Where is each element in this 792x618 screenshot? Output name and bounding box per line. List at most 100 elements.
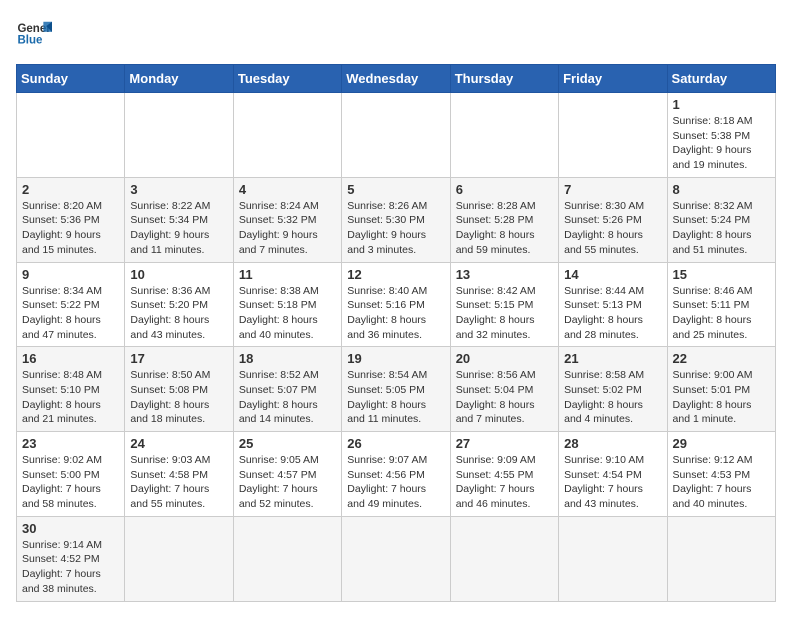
day-info: Sunrise: 8:42 AM Sunset: 5:15 PM Dayligh…	[456, 284, 553, 343]
day-number: 25	[239, 436, 336, 451]
day-number: 30	[22, 521, 119, 536]
day-cell	[125, 93, 233, 178]
day-number: 3	[130, 182, 227, 197]
day-number: 5	[347, 182, 444, 197]
day-info: Sunrise: 8:52 AM Sunset: 5:07 PM Dayligh…	[239, 368, 336, 427]
logo-icon: General Blue	[16, 16, 52, 52]
day-number: 24	[130, 436, 227, 451]
day-info: Sunrise: 8:54 AM Sunset: 5:05 PM Dayligh…	[347, 368, 444, 427]
weekday-header-thursday: Thursday	[450, 65, 558, 93]
day-number: 27	[456, 436, 553, 451]
day-cell: 29Sunrise: 9:12 AM Sunset: 4:53 PM Dayli…	[667, 432, 775, 517]
day-cell: 7Sunrise: 8:30 AM Sunset: 5:26 PM Daylig…	[559, 177, 667, 262]
day-cell: 18 Sunrise: 8:52 AM Sunset: 5:07 PM Dayli…	[233, 347, 341, 432]
week-row-1: 1 Sunrise: 8:18 AM Sunset: 5:38 PM Daylig…	[17, 93, 776, 178]
day-cell: 21 Sunrise: 8:58 AM Sunset: 5:02 PM Dayli…	[559, 347, 667, 432]
day-info: Sunrise: 9:05 AM Sunset: 4:57 PM Dayligh…	[239, 453, 336, 512]
day-cell	[125, 516, 233, 601]
day-cell: 27Sunrise: 9:09 AM Sunset: 4:55 PM Dayli…	[450, 432, 558, 517]
day-number: 8	[673, 182, 770, 197]
day-number: 29	[673, 436, 770, 451]
day-info: Sunrise: 9:14 AM Sunset: 4:52 PM Dayligh…	[22, 538, 119, 597]
day-cell: 15 Sunrise: 8:46 AM Sunset: 5:11 PM Dayli…	[667, 262, 775, 347]
day-cell: 26Sunrise: 9:07 AM Sunset: 4:56 PM Dayli…	[342, 432, 450, 517]
day-number: 15	[673, 267, 770, 282]
day-number: 16	[22, 351, 119, 366]
weekday-header-monday: Monday	[125, 65, 233, 93]
day-info: Sunrise: 8:24 AM Sunset: 5:32 PM Dayligh…	[239, 199, 336, 258]
day-info: Sunrise: 8:50 AM Sunset: 5:08 PM Dayligh…	[130, 368, 227, 427]
svg-text:Blue: Blue	[17, 34, 43, 46]
day-cell: 11 Sunrise: 8:38 AM Sunset: 5:18 PM Dayli…	[233, 262, 341, 347]
day-cell	[342, 516, 450, 601]
day-cell: 19Sunrise: 8:54 AM Sunset: 5:05 PM Dayli…	[342, 347, 450, 432]
week-row-2: 2Sunrise: 8:20 AM Sunset: 5:36 PM Daylig…	[17, 177, 776, 262]
day-info: Sunrise: 9:00 AM Sunset: 5:01 PM Dayligh…	[673, 368, 770, 427]
day-cell: 23 Sunrise: 9:02 AM Sunset: 5:00 PM Dayli…	[17, 432, 125, 517]
day-number: 14	[564, 267, 661, 282]
day-cell: 24 Sunrise: 9:03 AM Sunset: 4:58 PM Dayli…	[125, 432, 233, 517]
day-cell	[450, 516, 558, 601]
day-cell: 8 Sunrise: 8:32 AM Sunset: 5:24 PM Daylig…	[667, 177, 775, 262]
page-header: General Blue	[16, 16, 776, 52]
day-info: Sunrise: 9:03 AM Sunset: 4:58 PM Dayligh…	[130, 453, 227, 512]
day-cell: 28Sunrise: 9:10 AM Sunset: 4:54 PM Dayli…	[559, 432, 667, 517]
day-info: Sunrise: 8:34 AM Sunset: 5:22 PM Dayligh…	[22, 284, 119, 343]
day-info: Sunrise: 8:18 AM Sunset: 5:38 PM Dayligh…	[673, 114, 770, 173]
day-info: Sunrise: 8:32 AM Sunset: 5:24 PM Dayligh…	[673, 199, 770, 258]
day-number: 23	[22, 436, 119, 451]
day-cell: 30 Sunrise: 9:14 AM Sunset: 4:52 PM Dayli…	[17, 516, 125, 601]
day-info: Sunrise: 8:28 AM Sunset: 5:28 PM Dayligh…	[456, 199, 553, 258]
day-number: 4	[239, 182, 336, 197]
day-info: Sunrise: 8:20 AM Sunset: 5:36 PM Dayligh…	[22, 199, 119, 258]
day-cell: 5 Sunrise: 8:26 AM Sunset: 5:30 PM Daylig…	[342, 177, 450, 262]
day-info: Sunrise: 8:40 AM Sunset: 5:16 PM Dayligh…	[347, 284, 444, 343]
day-cell	[559, 516, 667, 601]
day-cell: 22 Sunrise: 9:00 AM Sunset: 5:01 PM Dayli…	[667, 347, 775, 432]
day-number: 13	[456, 267, 553, 282]
weekday-header-sunday: Sunday	[17, 65, 125, 93]
day-cell	[559, 93, 667, 178]
day-cell: 3 Sunrise: 8:22 AM Sunset: 5:34 PM Daylig…	[125, 177, 233, 262]
week-row-5: 23 Sunrise: 9:02 AM Sunset: 5:00 PM Dayli…	[17, 432, 776, 517]
day-info: Sunrise: 8:48 AM Sunset: 5:10 PM Dayligh…	[22, 368, 119, 427]
week-row-3: 9 Sunrise: 8:34 AM Sunset: 5:22 PM Daylig…	[17, 262, 776, 347]
day-number: 20	[456, 351, 553, 366]
day-info: Sunrise: 8:46 AM Sunset: 5:11 PM Dayligh…	[673, 284, 770, 343]
day-number: 12	[347, 267, 444, 282]
day-cell: 12 Sunrise: 8:40 AM Sunset: 5:16 PM Dayli…	[342, 262, 450, 347]
day-info: Sunrise: 8:58 AM Sunset: 5:02 PM Dayligh…	[564, 368, 661, 427]
day-number: 9	[22, 267, 119, 282]
weekday-header-row: SundayMondayTuesdayWednesdayThursdayFrid…	[17, 65, 776, 93]
day-number: 22	[673, 351, 770, 366]
day-number: 17	[130, 351, 227, 366]
day-info: Sunrise: 8:56 AM Sunset: 5:04 PM Dayligh…	[456, 368, 553, 427]
day-info: Sunrise: 8:38 AM Sunset: 5:18 PM Dayligh…	[239, 284, 336, 343]
day-cell	[667, 516, 775, 601]
day-cell: 6Sunrise: 8:28 AM Sunset: 5:28 PM Daylig…	[450, 177, 558, 262]
weekday-header-friday: Friday	[559, 65, 667, 93]
day-cell: 17 Sunrise: 8:50 AM Sunset: 5:08 PM Dayli…	[125, 347, 233, 432]
weekday-header-saturday: Saturday	[667, 65, 775, 93]
day-cell: 14Sunrise: 8:44 AM Sunset: 5:13 PM Dayli…	[559, 262, 667, 347]
day-info: Sunrise: 9:02 AM Sunset: 5:00 PM Dayligh…	[22, 453, 119, 512]
day-number: 18	[239, 351, 336, 366]
day-number: 21	[564, 351, 661, 366]
day-info: Sunrise: 8:22 AM Sunset: 5:34 PM Dayligh…	[130, 199, 227, 258]
day-cell: 4 Sunrise: 8:24 AM Sunset: 5:32 PM Daylig…	[233, 177, 341, 262]
day-info: Sunrise: 8:30 AM Sunset: 5:26 PM Dayligh…	[564, 199, 661, 258]
day-number: 1	[673, 97, 770, 112]
week-row-4: 16 Sunrise: 8:48 AM Sunset: 5:10 PM Dayli…	[17, 347, 776, 432]
day-cell	[233, 516, 341, 601]
weekday-header-wednesday: Wednesday	[342, 65, 450, 93]
day-cell	[233, 93, 341, 178]
day-info: Sunrise: 8:26 AM Sunset: 5:30 PM Dayligh…	[347, 199, 444, 258]
day-cell: 2Sunrise: 8:20 AM Sunset: 5:36 PM Daylig…	[17, 177, 125, 262]
day-info: Sunrise: 9:10 AM Sunset: 4:54 PM Dayligh…	[564, 453, 661, 512]
day-cell: 25 Sunrise: 9:05 AM Sunset: 4:57 PM Dayli…	[233, 432, 341, 517]
day-number: 11	[239, 267, 336, 282]
day-cell	[17, 93, 125, 178]
day-cell: 9 Sunrise: 8:34 AM Sunset: 5:22 PM Daylig…	[17, 262, 125, 347]
day-cell	[450, 93, 558, 178]
day-number: 10	[130, 267, 227, 282]
